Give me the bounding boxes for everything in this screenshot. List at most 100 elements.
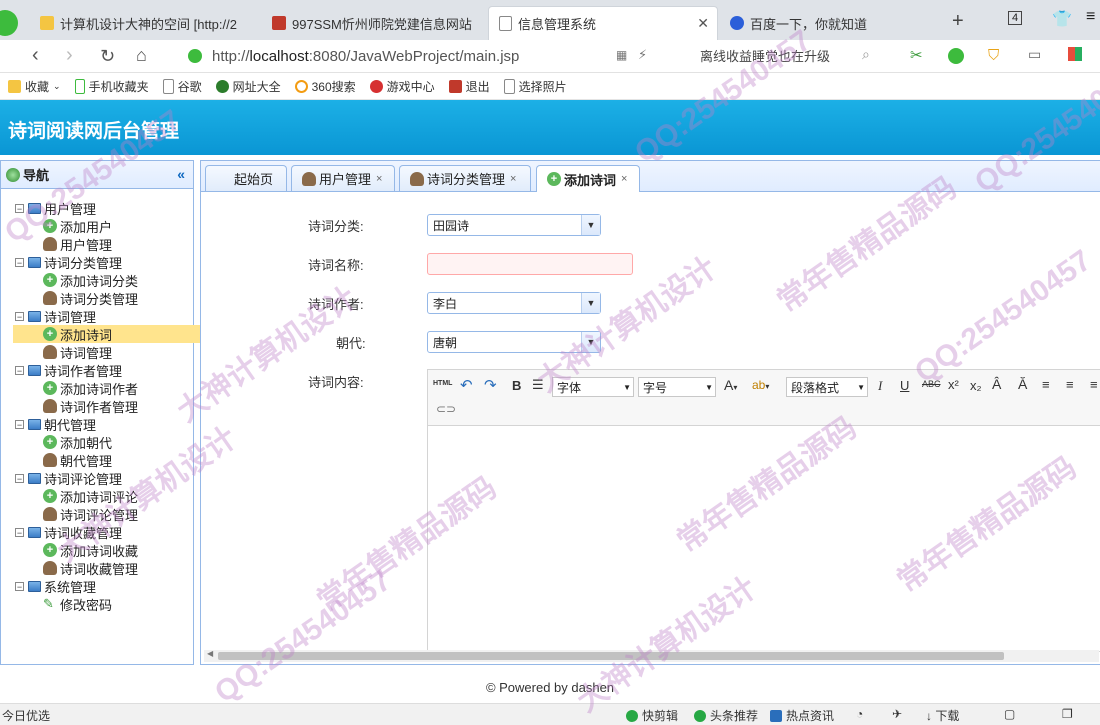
browser-tab-1[interactable]: 计算机设计大神的空间 [http://2: [30, 6, 258, 40]
editor-content-area[interactable]: [428, 426, 1100, 651]
apps-grid-icon[interactable]: [1068, 47, 1082, 61]
refresh-icon[interactable]: ↻: [100, 46, 115, 67]
tree-item-poems-add[interactable]: + 添加诗词: [13, 325, 215, 343]
format-painter-icon[interactable]: Ă: [1018, 376, 1027, 392]
close-tab-icon[interactable]: ✕: [697, 15, 709, 32]
menu-icon[interactable]: ≡: [1086, 8, 1095, 26]
status-headlines[interactable]: 头条推荐: [694, 707, 758, 724]
horizontal-scrollbar[interactable]: ◀: [204, 649, 1099, 662]
tree-item-authors-group[interactable]: − 诗词作者管理: [15, 361, 122, 379]
align-left-icon[interactable]: ≡: [1042, 377, 1050, 392]
tree-item-categories-group[interactable]: − 诗词分类管理: [15, 253, 122, 271]
underline-icon[interactable]: U: [900, 378, 909, 393]
chevron-down-icon[interactable]: ▼: [581, 293, 600, 313]
new-tab-icon[interactable]: +: [952, 10, 964, 33]
font-color-icon[interactable]: A▾: [724, 377, 737, 393]
tab-count-badge[interactable]: 4: [1008, 11, 1023, 25]
status-daily-pick[interactable]: 今日优选: [2, 707, 50, 724]
browser-tab-2[interactable]: 997SSM忻州师院党建信息网站: [262, 6, 486, 40]
search-icon[interactable]: ⌕: [862, 46, 870, 63]
tree-item-categories-add[interactable]: + 添加诗词分类: [13, 271, 138, 289]
tree-item-dynasties-manage[interactable]: 朝代管理: [13, 451, 112, 469]
tree-item-favorites-manage[interactable]: 诗词收藏管理: [13, 559, 138, 577]
lightning-icon[interactable]: ⚡: [638, 47, 647, 63]
tree-item-dynasties-group[interactable]: − 朝代管理: [15, 415, 96, 433]
collapse-toggle-icon[interactable]: −: [15, 203, 24, 213]
tree-item-poems-group[interactable]: − 诗词管理: [15, 307, 96, 325]
link-icon[interactable]: ⊂⊃: [436, 402, 456, 416]
tree-item-users-group[interactable]: − 用户管理: [15, 199, 96, 217]
close-tab-icon[interactable]: ×: [621, 173, 627, 185]
tab-add-poem[interactable]: + 添加诗词 ×: [536, 165, 640, 192]
tree-item-favorites-add[interactable]: + 添加诗词收藏: [13, 541, 138, 559]
collapse-toggle-icon[interactable]: −: [15, 419, 24, 429]
tab-category-management[interactable]: 诗词分类管理 ×: [399, 165, 531, 191]
forward-icon[interactable]: ›: [66, 44, 73, 67]
status-pin-icon[interactable]: ✈: [892, 707, 902, 721]
bold-icon[interactable]: B: [512, 378, 521, 393]
scrollbar-thumb[interactable]: [218, 652, 1004, 660]
collapse-toggle-icon[interactable]: −: [15, 527, 24, 537]
shield-icon[interactable]: ⛉: [988, 47, 999, 64]
bookmark-sites[interactable]: 网址大全: [215, 78, 281, 95]
align-center-icon[interactable]: ≡: [1066, 377, 1074, 392]
scissors-icon[interactable]: ✂: [910, 46, 923, 64]
font-family-select[interactable]: 字体 ▼: [552, 377, 634, 397]
tab-home[interactable]: 起始页: [205, 165, 287, 191]
tab-user-management[interactable]: 用户管理 ×: [291, 165, 395, 191]
bookmark-games[interactable]: 游戏中心: [369, 78, 435, 95]
clear-format-icon[interactable]: Â: [992, 376, 1001, 392]
superscript-icon[interactable]: x²: [948, 377, 959, 392]
status-quick-clip[interactable]: 快剪辑: [626, 707, 678, 724]
bookmark-google[interactable]: 谷歌: [162, 78, 202, 95]
bookmark-favorites[interactable]: 收藏 ⌄: [8, 78, 61, 95]
html-source-button[interactable]: HTML: [433, 380, 452, 387]
collapse-toggle-icon[interactable]: −: [15, 365, 24, 375]
bookmark-mobile[interactable]: 手机收藏夹: [74, 78, 149, 95]
tree-item-categories-manage[interactable]: 诗词分类管理: [13, 289, 138, 307]
bookmark-photos[interactable]: 选择照片: [503, 78, 567, 95]
tree-item-system-add[interactable]: ✎ 修改密码: [13, 595, 112, 613]
qr-icon[interactable]: ▦: [616, 48, 627, 62]
collapse-toggle-icon[interactable]: −: [15, 473, 24, 483]
undo-icon[interactable]: ↶: [460, 376, 473, 394]
browser-tab-4[interactable]: 百度一下，你就知道: [720, 6, 940, 40]
url-input[interactable]: http://localhost:8080/JavaWebProject/mai…: [188, 44, 688, 68]
strikethrough-icon[interactable]: ABC: [922, 379, 941, 389]
subscript-icon[interactable]: x₂: [970, 378, 982, 393]
category-select[interactable]: 田园诗 ▼: [427, 214, 601, 236]
tree-item-comments-manage[interactable]: 诗词评论管理: [13, 505, 138, 523]
shirt-icon[interactable]: 👕: [1052, 9, 1072, 29]
browser-logo-icon[interactable]: [0, 10, 18, 36]
home-icon[interactable]: ⌂: [136, 45, 147, 66]
bookmark-logout[interactable]: 退出: [448, 78, 490, 95]
italic-icon[interactable]: I: [878, 378, 882, 394]
poem-name-input[interactable]: [427, 253, 633, 275]
status-download[interactable]: ↓ 下载: [926, 707, 959, 724]
translate-icon[interactable]: [948, 48, 964, 64]
dynasty-select[interactable]: 唐朝 ▼: [427, 331, 601, 353]
tree-item-users-manage[interactable]: 用户管理: [13, 235, 112, 253]
tree-item-users-add[interactable]: + 添加用户: [13, 217, 112, 235]
collapse-toggle-icon[interactable]: −: [15, 581, 24, 591]
status-hot-news[interactable]: 热点资讯: [770, 707, 834, 724]
status-restore-icon[interactable]: ❐: [1062, 707, 1073, 721]
align-right-icon[interactable]: ≡: [1090, 377, 1098, 392]
close-tab-icon[interactable]: ×: [376, 173, 382, 185]
close-tab-icon[interactable]: ×: [510, 173, 516, 185]
status-speed-icon[interactable]: ◔: [856, 707, 863, 721]
collapse-toggle-icon[interactable]: −: [15, 257, 24, 267]
tree-item-comments-add[interactable]: + 添加诗词评论: [13, 487, 138, 505]
tree-item-poems-manage[interactable]: 诗词管理: [13, 343, 112, 361]
paragraph-format-select[interactable]: 段落格式 ▼: [786, 377, 868, 397]
tree-item-system-group[interactable]: − 系统管理: [15, 577, 96, 595]
tree-item-authors-add[interactable]: + 添加诗词作者: [13, 379, 138, 397]
chevron-down-icon[interactable]: ▼: [581, 215, 600, 235]
author-select[interactable]: 李白 ▼: [427, 292, 601, 314]
screenshot-icon[interactable]: ▭: [1028, 46, 1041, 63]
scroll-left-icon[interactable]: ◀: [207, 649, 213, 658]
redo-icon[interactable]: ↷: [484, 376, 497, 394]
highlight-icon[interactable]: ab▾: [752, 378, 769, 392]
search-suggestion[interactable]: 离线收益睡觉也在升级: [700, 46, 830, 65]
tree-item-dynasties-add[interactable]: + 添加朝代: [13, 433, 112, 451]
